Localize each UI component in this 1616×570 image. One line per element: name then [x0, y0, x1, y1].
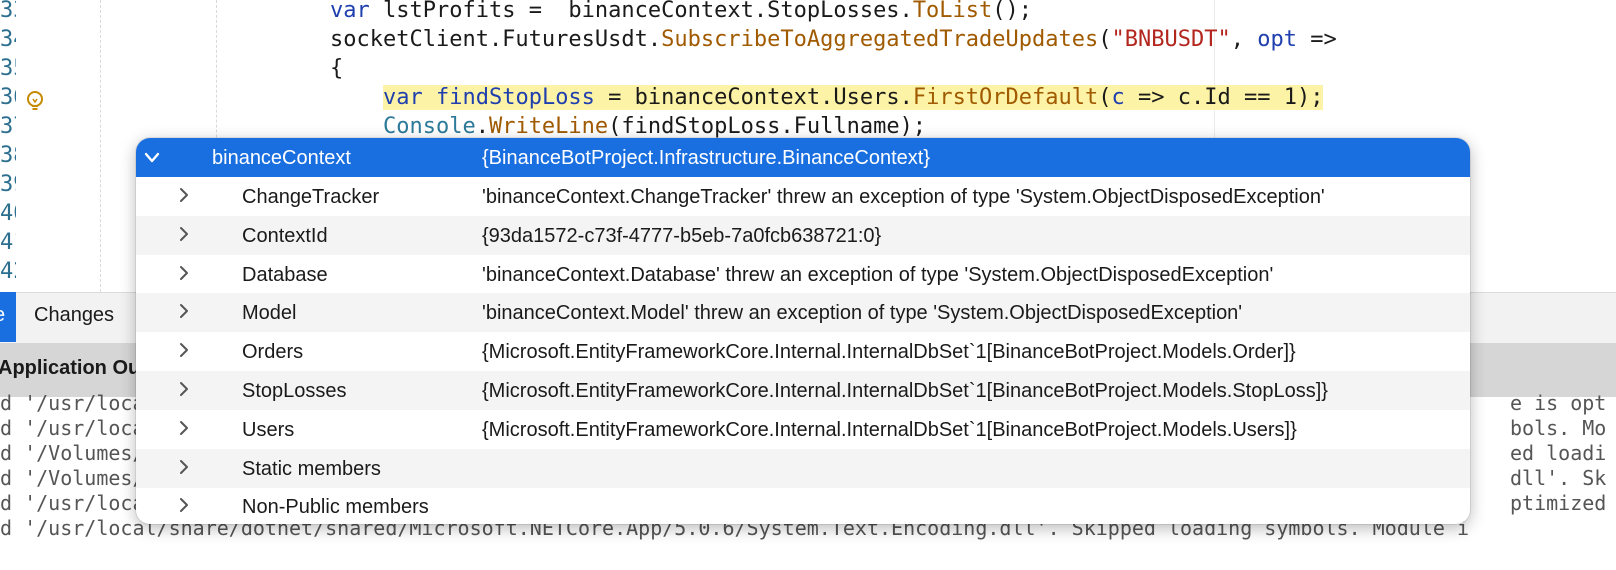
lightbulb-icon[interactable] — [24, 90, 46, 112]
line-number: 37 — [0, 114, 16, 139]
output-line-tail: bols. Mo — [1510, 416, 1607, 440]
member-name: Static members — [242, 457, 381, 480]
member-value: {Microsoft.EntityFrameworkCore.Internal.… — [482, 380, 1328, 402]
datatip-member-row[interactable]: Static members — [136, 448, 1470, 488]
datatip-member-row[interactable]: ContextId {93da1572-c73f-4777-b5eb-7a0fcb… — [136, 215, 1470, 255]
member-value: 'binanceContext.ChangeTracker' threw an … — [482, 186, 1325, 208]
chevron-right-icon[interactable] — [174, 301, 194, 321]
line-number: 42 — [0, 259, 16, 284]
datatip-member-row[interactable]: ChangeTracker 'binanceContext.ChangeTrack… — [136, 177, 1470, 216]
code-line[interactable]: var findStopLoss = binanceContext.Users.… — [330, 83, 1324, 113]
changes-tab[interactable]: Changes — [34, 304, 114, 327]
line-number: 39 — [0, 172, 16, 197]
datatip-member-row[interactable]: Orders {Microsoft.EntityFrameworkCore.Int… — [136, 332, 1470, 371]
member-value: 'binanceContext.Model' threw an exceptio… — [482, 302, 1243, 325]
datatip-member-row[interactable]: Users {Microsoft.EntityFrameworkCore.Inte… — [136, 410, 1470, 449]
code-line[interactable]: var lstProfits = binanceContext.StopLoss… — [330, 0, 1032, 26]
output-line-tail: ptimized — [1510, 491, 1607, 515]
member-value: {Microsoft.EntityFrameworkCore.Internal.… — [482, 418, 1297, 441]
member-name: Orders — [242, 341, 304, 364]
member-value: {Microsoft.EntityFrameworkCore.Internal.… — [482, 341, 1296, 364]
datatip-member-row[interactable]: StopLosses {Microsoft.EntityFrameworkCore… — [136, 371, 1470, 410]
member-name: ChangeTracker — [242, 186, 380, 208]
line-number: 41 — [0, 230, 16, 255]
line-number: 36 — [0, 85, 16, 110]
line-number: 38 — [0, 143, 16, 168]
datatip-root-row[interactable]: binanceContext {BinanceBotProject.Infras… — [136, 138, 1470, 177]
line-number: 34 — [0, 27, 16, 52]
chevron-right-icon[interactable] — [174, 224, 194, 244]
member-name: Non-Public members — [242, 496, 429, 519]
datatip-member-row[interactable]: Database 'binanceContext.Database' threw … — [136, 255, 1470, 294]
chevron-right-icon[interactable] — [174, 418, 194, 438]
member-value: {93da1572-c73f-4777-b5eb-7a0fcb638721:0} — [482, 224, 882, 247]
chevron-down-icon[interactable] — [142, 148, 162, 168]
indent-guide — [100, 0, 101, 292]
debug-datatip: binanceContext {BinanceBotProject.Infras… — [136, 138, 1470, 524]
member-name: Model — [242, 302, 297, 325]
chevron-right-icon[interactable] — [174, 340, 194, 360]
output-line-tail: e is opt — [1510, 391, 1607, 415]
chevron-right-icon[interactable] — [174, 457, 194, 477]
member-value: 'binanceContext.Database' threw an excep… — [482, 263, 1274, 286]
output-line-tail: ed loadi — [1510, 441, 1607, 465]
datatip-root-name: binanceContext — [212, 147, 351, 169]
current-statement-highlight: var findStopLoss = binanceContext.Users.… — [382, 85, 1324, 110]
code-line[interactable]: socketClient.FuturesUsdt.SubscribeToAggr… — [330, 25, 1337, 55]
pad-tab-active[interactable]: e — [0, 292, 16, 342]
member-name: ContextId — [242, 224, 328, 247]
datatip-member-row[interactable]: Model 'binanceContext.Model' threw an exc… — [136, 293, 1470, 333]
chevron-right-icon[interactable] — [174, 185, 194, 205]
line-number: 40 — [0, 201, 16, 226]
code-line[interactable]: { — [330, 54, 343, 84]
datatip-member-row[interactable]: Non-Public members — [136, 487, 1470, 524]
output-line-tail: dll'. Sk — [1510, 466, 1607, 490]
datatip-root-value: {BinanceBotProject.Infrastructure.Binanc… — [482, 147, 931, 169]
member-name: Database — [242, 263, 328, 286]
line-number: 33 — [0, 0, 16, 23]
member-name: StopLosses — [242, 380, 347, 402]
member-name: Users — [242, 418, 295, 441]
chevron-right-icon[interactable] — [174, 495, 194, 515]
chevron-right-icon[interactable] — [174, 263, 194, 283]
line-number: 35 — [0, 56, 16, 81]
chevron-right-icon[interactable] — [174, 379, 194, 399]
